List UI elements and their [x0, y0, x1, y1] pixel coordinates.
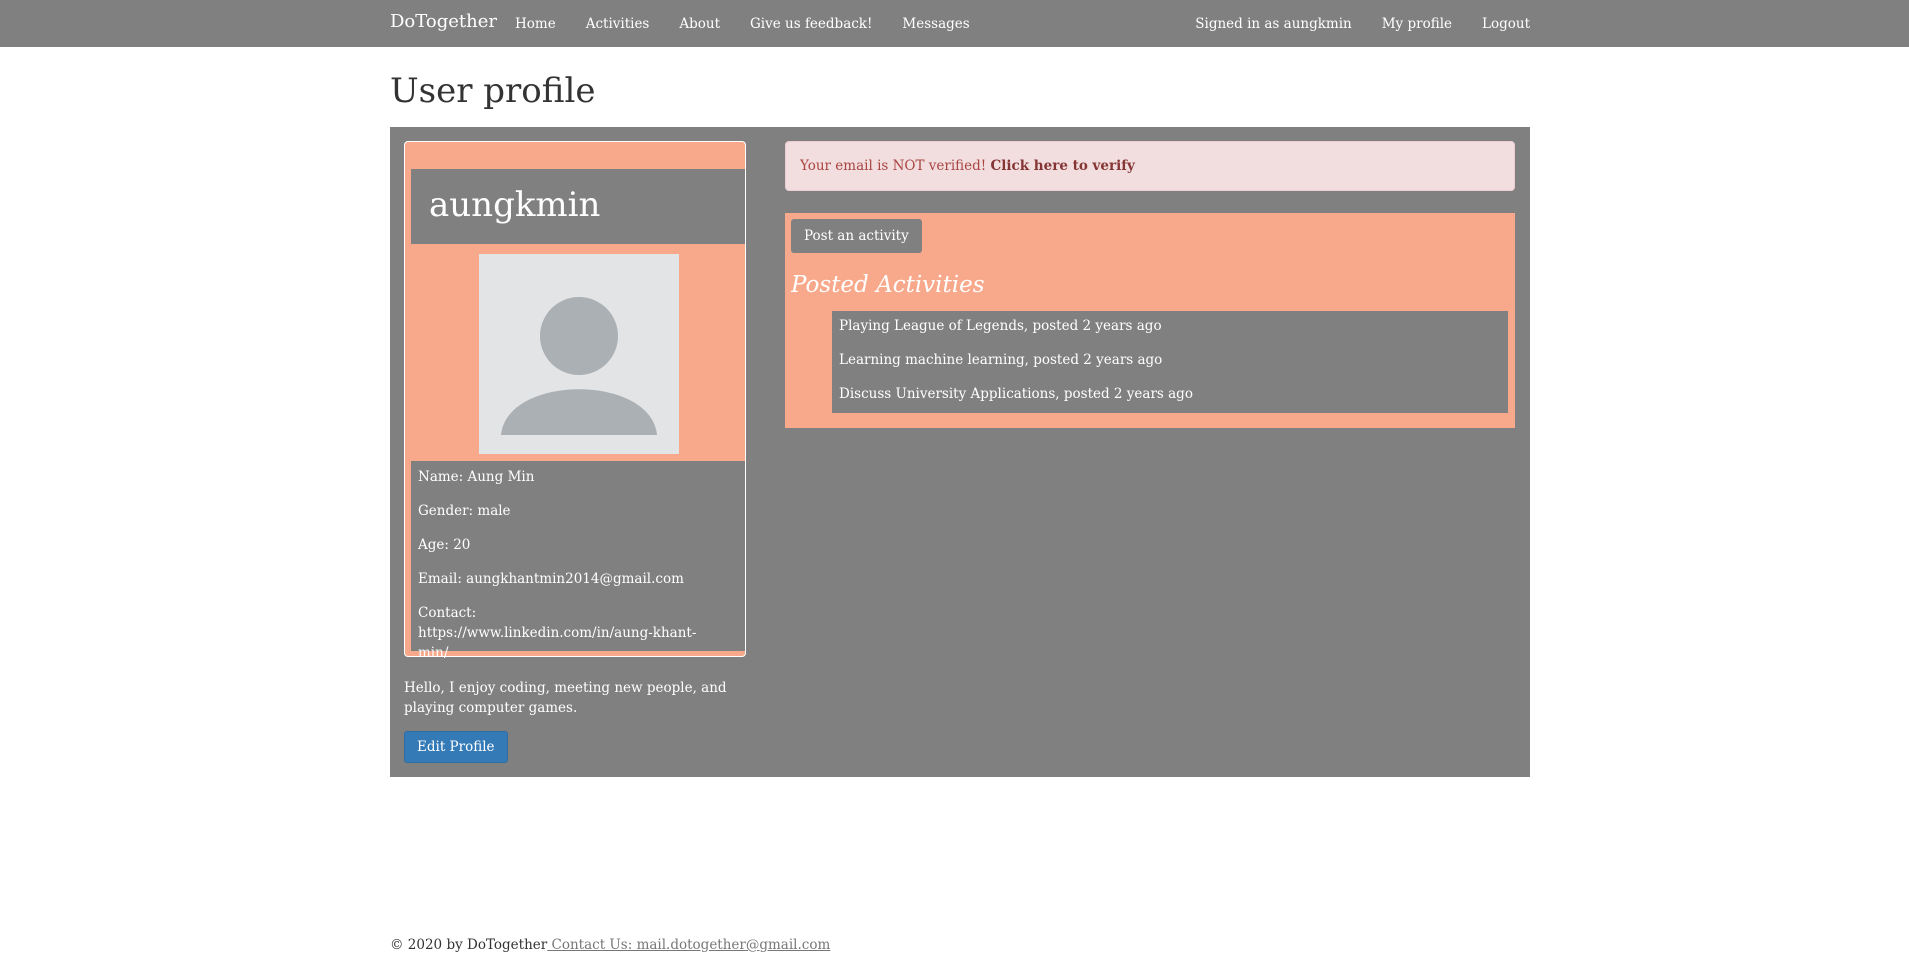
nav-messages[interactable]: Messages — [902, 16, 969, 32]
nav-home[interactable]: Home — [515, 16, 556, 32]
user-bio: Hello, I enjoy coding, meeting new peopl… — [404, 680, 727, 716]
email-verify-alert: Your email is NOT verified! Click here t… — [785, 141, 1515, 191]
nav-feedback[interactable]: Give us feedback! — [750, 16, 872, 32]
info-email: Email: aungkhantmin2014@gmail.com — [418, 571, 684, 587]
username: aungkmin — [429, 185, 601, 225]
avatar — [479, 254, 679, 454]
alert-text: Your email is NOT verified! — [800, 158, 991, 174]
nav-links: Home Activities About Give us feedback! … — [515, 0, 1000, 47]
footer: © 2020 by DoTogether Contact Us: mail.do… — [390, 937, 830, 953]
alert-message: Your email is NOT verified! Click here t… — [800, 158, 1135, 174]
info-gender: Gender: male — [418, 503, 511, 519]
activity-item[interactable]: Learning machine learning, posted 2 year… — [839, 352, 1162, 368]
posted-activities-heading: Posted Activities — [791, 272, 985, 298]
signed-in-text: Signed in as aungkmin — [1195, 15, 1352, 32]
brand-link[interactable]: DoTogether — [390, 11, 497, 32]
info-age: Age: 20 — [418, 537, 471, 553]
post-activity-button[interactable]: Post an activity — [791, 219, 922, 253]
profile-card: aungkmin Name: Aung Min Gender: male Age… — [404, 141, 746, 661]
username-box: aungkmin — [411, 169, 745, 244]
footer-contact-link[interactable]: Contact Us: mail.dotogether@gmail.com — [547, 937, 831, 953]
nav-logout[interactable]: Logout — [1482, 16, 1530, 32]
nav-my-profile[interactable]: My profile — [1382, 16, 1452, 32]
nav-about[interactable]: About — [679, 16, 720, 32]
footer-copyright: © 2020 by DoTogether — [390, 937, 548, 953]
page-title: User profile — [390, 71, 596, 111]
activity-item[interactable]: Playing League of Legends, posted 2 year… — [839, 318, 1162, 334]
nav-activities[interactable]: Activities — [586, 16, 650, 32]
activity-list: Playing League of Legends, posted 2 year… — [832, 311, 1508, 413]
default-user-icon — [501, 297, 657, 435]
info-name: Name: Aung Min — [418, 469, 535, 485]
navbar: DoTogether Home Activities About Give us… — [0, 0, 1909, 47]
info-contact: Contact: https://www.linkedin.com/in/aun… — [418, 605, 697, 661]
activities-panel: Post an activity Posted Activities Playi… — [785, 213, 1515, 428]
nav-user-links: Signed in as aungkmin My profile Logout — [1165, 0, 1530, 47]
user-info: Name: Aung Min Gender: male Age: 20 Emai… — [411, 461, 745, 661]
profile-panel: aungkmin Name: Aung Min Gender: male Age… — [390, 127, 1530, 777]
edit-profile-button[interactable]: Edit Profile — [404, 731, 508, 763]
verify-email-link[interactable]: Click here to verify — [991, 158, 1135, 174]
navbar-inner: DoTogether Home Activities About Give us… — [390, 0, 1530, 47]
activity-item[interactable]: Discuss University Applications, posted … — [839, 386, 1193, 402]
